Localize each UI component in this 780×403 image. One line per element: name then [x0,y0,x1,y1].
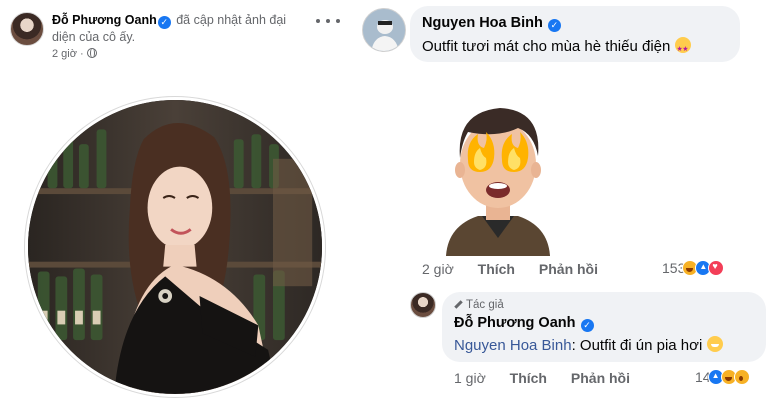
commenter-avatar[interactable] [362,8,406,52]
author-tag-label: Tác giả [466,299,504,311]
reply-author-avatar[interactable] [410,292,436,318]
mention-link[interactable]: Nguyen Hoa Binh [454,337,572,354]
pencil-icon [454,300,463,309]
comment-author-row: Nguyen Hoa Binh ✓ [422,14,728,33]
reply-text: : Outfit đi ún pia hơi [571,337,703,354]
comment-time[interactable]: 2 giờ [422,261,454,277]
comment-bubble: Nguyen Hoa Binh ✓ Outfit tươi mát cho mù… [410,6,740,62]
blush-emoji-icon [706,336,723,352]
post-panel: Đỗ Phương Oanh ✓ đã cập nhật ảnh đại diện… [0,0,352,403]
post-time[interactable]: 2 giờ [52,48,77,60]
reply-author-row: Đỗ Phương Oanh ✓ [454,314,754,333]
wow-reaction-icon [733,369,750,385]
comment-author-name[interactable]: Nguyen Hoa Binh [422,15,543,31]
post-author-avatar[interactable] [10,12,44,46]
post-meta: 2 giờ · [52,47,97,60]
like-button[interactable]: Thích [478,261,515,277]
reaction-summary[interactable]: 153 [662,260,725,276]
post-author-name[interactable]: Đỗ Phương Oanh [52,13,157,27]
post-header: Đỗ Phương Oanh ✓ đã cập nhật ảnh đại diện… [52,12,302,46]
comment-text-row: Outfit tươi mát cho mùa hè thiếu điện [422,36,728,60]
verified-badge-icon: ✓ [547,19,561,32]
reply-bubble: Tác giả Đỗ Phương Oanh ✓ Nguyen Hoa Binh… [442,292,766,362]
comment-actions: 2 giờ Thích Phản hồi [422,261,618,277]
commenter-avatar-image [363,9,405,51]
profile-photo[interactable] [25,97,325,397]
fire-eyes-avatar-sticker[interactable] [438,98,558,256]
comments-panel: Nguyen Hoa Binh ✓ Outfit tươi mát cho mù… [352,0,780,403]
love-reaction-icon [708,260,725,276]
globe-icon [86,47,97,58]
like-button[interactable]: Thích [510,370,547,386]
star-struck-emoji-icon [674,37,691,60]
verified-badge-icon: ✓ [580,319,594,332]
profile-photo-image [28,100,322,394]
reply-time[interactable]: 1 giờ [454,370,486,386]
reply-reaction-summary[interactable]: 14 [695,369,750,385]
more-options-icon[interactable] [316,14,340,28]
comment-text: Outfit tươi mát cho mùa hè thiếu điện [422,38,671,55]
verified-badge-icon: ✓ [157,16,171,29]
reply-actions: 1 giờ Thích Phản hồi [454,370,650,386]
reply-button[interactable]: Phản hồi [539,261,598,277]
reply-button[interactable]: Phản hồi [571,370,630,386]
reply-author-name[interactable]: Đỗ Phương Oanh [454,315,576,331]
reply-text-row: Nguyen Hoa Binh: Outfit đi ún pia hơi [454,335,754,356]
author-tag: Tác giả [454,299,754,312]
